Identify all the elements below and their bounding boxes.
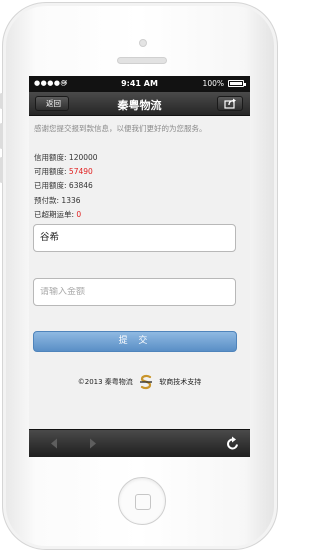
home-button[interactable] bbox=[118, 477, 166, 525]
info-row: 预付款: 1336 bbox=[34, 195, 81, 205]
overdue-waybills-value: 0 bbox=[76, 209, 82, 219]
status-bar: ●●●●○ ≋ 9:41 AM 100% bbox=[29, 76, 250, 92]
copyright-text: ©2013 秦粤物流 bbox=[77, 378, 133, 386]
back-arrow-icon[interactable] bbox=[50, 438, 58, 449]
info-row: 信用额度: 120000 bbox=[34, 153, 98, 162]
notice-text: 感谢您提交报到款信息，以便我们更好的为您服务。 bbox=[34, 124, 207, 133]
info-row: 已用额度: 63846 bbox=[34, 181, 93, 191]
browser-toolbar bbox=[29, 429, 250, 457]
front-camera bbox=[139, 39, 147, 47]
battery-percent: 100% bbox=[202, 79, 224, 88]
support-text: 软商技术支持 bbox=[159, 378, 202, 386]
screen: ●●●●○ ≋ 9:41 AM 100% 返回 秦粤物流 感谢您提交报到款信息，… bbox=[29, 76, 250, 457]
forward-arrow-icon[interactable] bbox=[89, 438, 97, 449]
main-content: 感谢您提交报到款信息，以便我们更好的为您服务。 信用额度: 120000 可用额… bbox=[29, 116, 250, 429]
amount-input[interactable] bbox=[40, 287, 229, 297]
available-limit-value: 57490 bbox=[68, 167, 93, 177]
name-field[interactable]: 谷希 bbox=[33, 224, 236, 252]
share-button[interactable] bbox=[217, 96, 243, 111]
battery-icon bbox=[228, 80, 246, 87]
account-info: 信用额度: 120000 可用额度: 57490 已用额度: 63846 预付款… bbox=[34, 151, 98, 222]
amount-field[interactable] bbox=[33, 278, 236, 306]
mute-switch bbox=[0, 93, 3, 109]
footer: ©2013 秦粤物流 软商技术支持 bbox=[29, 374, 250, 390]
volume-down-button bbox=[0, 157, 3, 183]
info-row: 已超期运单: 0 bbox=[34, 209, 82, 219]
submit-button[interactable]: 提 交 bbox=[33, 331, 237, 352]
share-icon bbox=[224, 98, 236, 109]
company-logo-icon bbox=[140, 374, 153, 390]
credit-limit-value: 120000 bbox=[68, 153, 98, 162]
speaker-grille bbox=[117, 57, 167, 64]
prepayment-value: 1336 bbox=[61, 195, 81, 205]
nav-bar: 返回 秦粤物流 bbox=[29, 92, 250, 116]
reload-icon[interactable] bbox=[226, 436, 240, 451]
used-limit-value: 63846 bbox=[68, 181, 93, 191]
volume-up-button bbox=[0, 123, 3, 149]
home-square-icon bbox=[135, 494, 151, 510]
info-row: 可用额度: 57490 bbox=[34, 167, 93, 177]
